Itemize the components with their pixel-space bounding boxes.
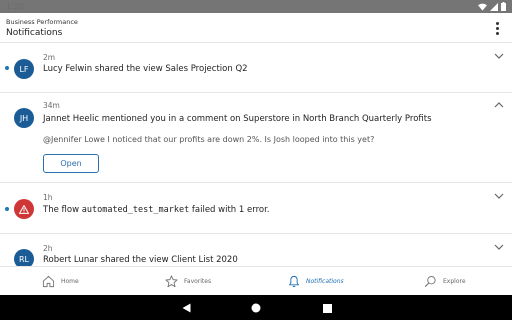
page-title: Notifications — [6, 28, 63, 38]
notification-time: 2m — [43, 53, 56, 62]
app-screen: 1:20 Business Performance Notifications … — [0, 0, 512, 320]
notification-item-expanded[interactable]: JH 34m Jannet Heelic mentioned you in a … — [0, 93, 512, 183]
recents-square-icon — [322, 303, 332, 313]
chevron-down-icon[interactable] — [494, 191, 504, 201]
tab-label: Notifications — [306, 278, 344, 285]
tab-home[interactable]: Home — [42, 267, 79, 296]
notification-list: LF 2m Lucy Felwin shared the view Sales … — [0, 44, 512, 266]
notification-time: 34m — [43, 101, 60, 110]
overflow-menu-icon[interactable] — [492, 20, 502, 36]
chevron-down-icon[interactable] — [494, 51, 504, 61]
unread-indicator — [5, 66, 9, 70]
chevron-down-icon[interactable] — [494, 242, 504, 252]
tab-label: Explore — [443, 278, 466, 285]
search-icon — [424, 276, 436, 288]
tab-explore[interactable]: Explore — [424, 267, 466, 296]
notification-message: Lucy Felwin shared the view Sales Projec… — [43, 64, 248, 74]
recents-button[interactable] — [320, 301, 334, 315]
tab-notifications[interactable]: Notifications — [288, 267, 344, 296]
home-circle-icon — [251, 303, 261, 313]
star-icon — [165, 275, 178, 288]
system-navigation-bar — [0, 295, 512, 320]
avatar: RL — [14, 249, 34, 266]
cellular-icon — [490, 2, 498, 11]
bottom-navigation: Home Favorites Notifications Explore — [0, 266, 512, 295]
status-time: 1:20 — [6, 2, 24, 11]
app-header: Business Performance Notifications — [0, 13, 512, 43]
status-bar: 1:20 — [0, 0, 512, 13]
notification-message: Robert Lunar shared the view Client List… — [43, 255, 238, 265]
notification-time: 1h — [43, 193, 53, 202]
battery-icon — [501, 2, 506, 11]
comment-text: @Jennifer Lowe I noticed that our profit… — [43, 135, 375, 144]
home-icon — [42, 275, 55, 288]
notification-message: The flow automated_test_market failed wi… — [43, 205, 270, 215]
back-button[interactable] — [179, 301, 193, 315]
alert-avatar — [14, 199, 34, 219]
notification-item[interactable]: RL 2h Robert Lunar shared the view Clien… — [0, 234, 512, 266]
notification-time: 2h — [43, 244, 53, 253]
notification-item[interactable]: 1h The flow automated_test_market failed… — [0, 183, 512, 234]
warning-icon — [19, 204, 29, 214]
notification-item[interactable]: LF 2m Lucy Felwin shared the view Sales … — [0, 44, 512, 93]
flow-name: automated_test_market — [81, 205, 190, 215]
tab-label: Favorites — [184, 278, 212, 285]
chevron-up-icon[interactable] — [494, 100, 504, 110]
tab-favorites[interactable]: Favorites — [165, 267, 211, 296]
message-prefix: The flow — [43, 205, 82, 215]
avatar: JH — [14, 108, 34, 128]
message-suffix: failed with 1 error. — [189, 205, 270, 215]
notification-message: Jannet Heelic mentioned you in a comment… — [43, 114, 432, 124]
wifi-icon — [478, 3, 487, 11]
workspace-name: Business Performance — [6, 18, 78, 26]
bell-icon — [289, 275, 299, 288]
avatar: LF — [14, 59, 34, 79]
home-button[interactable] — [249, 301, 263, 315]
open-button[interactable]: Open — [43, 154, 99, 173]
system-status-icons — [478, 2, 506, 11]
back-triangle-icon — [182, 303, 190, 313]
unread-indicator — [5, 207, 9, 211]
tab-label: Home — [61, 278, 79, 285]
